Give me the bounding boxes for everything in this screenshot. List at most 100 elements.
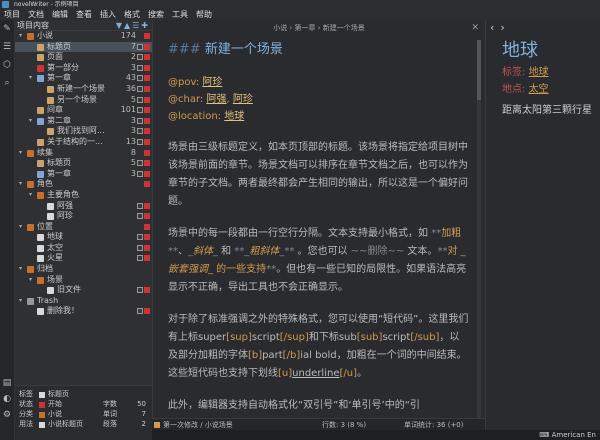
expand-arrow-icon[interactable]: ▾ [19,222,22,233]
meta-tag-link[interactable]: 阿强 [206,94,226,105]
menu-item[interactable]: 编辑 [48,9,72,20]
active-checkbox[interactable] [137,308,143,315]
tree-row[interactable]: 关于结构的一... 13 [15,137,152,148]
meta-tag-link[interactable]: 阿珍 [202,77,222,88]
menu-item[interactable]: 查看 [72,9,96,20]
tree-row[interactable]: 阿珍 [15,211,152,222]
menu-item[interactable]: 格式 [120,9,144,20]
status-square-icon [144,234,150,241]
tree-row[interactable]: 间章 101 [15,105,152,116]
back-arrow-icon[interactable]: ‹ [490,21,500,34]
tree-row[interactable]: 地球 [15,232,152,243]
active-checkbox[interactable] [137,255,143,262]
novel-view-icon[interactable]: ☰ [2,42,12,52]
expand-arrow-icon[interactable]: ▾ [29,190,32,201]
tree-row[interactable]: 标题页 5 [15,158,152,169]
tree-row[interactable]: ▾ Trash [15,296,152,307]
active-checkbox[interactable] [137,160,143,167]
menu-item[interactable]: 工具 [168,9,192,20]
menu-item[interactable]: 搜索 [144,9,168,20]
stats-icon[interactable]: ▤ [2,378,12,388]
meta-keywords: @pov: 阿珍 @char: 阿强, 阿珍 @location: 地球 [168,74,469,125]
tree-row[interactable]: ▾ 位置 [15,222,152,233]
active-checkbox[interactable] [137,117,143,124]
project-tree-tools[interactable]: ▼▲☰✚ [116,20,150,31]
scrollbar-thumb[interactable] [477,40,481,100]
tree-row[interactable]: 标题页 7 [15,41,152,53]
tree-row[interactable]: ▾ 归档 [15,264,152,275]
tree-row[interactable]: 页面 2 [15,52,152,63]
expand-arrow-icon[interactable]: ▾ [29,275,32,286]
tree-row[interactable]: 另一个场景 5 [15,95,152,106]
tree-item-label: 位置 [37,221,53,231]
active-checkbox[interactable] [137,96,143,103]
tree-row[interactable]: 第一部分 3 [15,63,152,74]
tree-item-label: 小说 [37,31,53,40]
theme-icon[interactable]: ◐ [2,394,12,404]
left-icon-bar: ✎ ☰ ⬡ ⌕ ▤ ◐ ⚙ [0,20,15,440]
menu-item[interactable]: 项目 [0,9,24,20]
tree-row[interactable]: ▾ 场景 [15,275,152,286]
forward-arrow-icon[interactable]: › [500,21,510,34]
tree-item-label: 另一个场景 [57,94,97,104]
active-checkbox[interactable] [137,234,143,241]
viewer-tag-link[interactable]: 地球 [529,67,549,78]
tree-row[interactable]: 我们找到阿... 3 [15,126,152,137]
active-checkbox[interactable] [137,85,143,92]
close-editor-icon[interactable]: ✕ [471,20,479,36]
tree-row[interactable]: ▾ 小说 174 [15,31,152,42]
menu-item[interactable]: 插入 [96,9,120,20]
active-checkbox[interactable] [137,64,143,71]
active-checkbox[interactable] [137,287,143,294]
tree-row[interactable]: 火星 [15,253,152,264]
active-checkbox[interactable] [137,202,143,209]
active-checkbox[interactable] [137,170,143,177]
expand-arrow-icon[interactable]: ▾ [19,31,22,42]
expand-arrow-icon[interactable]: ▾ [19,179,22,190]
menu-item[interactable]: 文档 [24,9,48,20]
item-type-icon [37,54,44,62]
expand-arrow-icon[interactable]: ▾ [19,264,22,275]
tree-row[interactable]: ▾ 主要角色 [15,190,152,201]
viewer-location-link[interactable]: 太空 [529,84,549,95]
tree-row[interactable]: 旧文件 [15,285,152,296]
status-square-icon [144,128,150,135]
tree-row[interactable]: 第一章 3 [15,169,152,180]
expand-arrow-icon[interactable]: ▾ [19,148,22,159]
active-checkbox[interactable] [137,244,143,251]
tree-row[interactable]: ▾ 第二章 3 [15,116,152,127]
item-type-icon [37,234,44,242]
tree-row[interactable]: 阿强 [15,201,152,212]
active-checkbox[interactable] [137,107,143,114]
active-checkbox[interactable] [137,54,143,61]
status-square-icon [144,96,150,103]
settings-icon[interactable]: ⚙ [2,410,12,420]
search-icon[interactable]: ⌕ [2,78,12,88]
expand-arrow-icon[interactable]: ▾ [29,73,32,84]
meta-tag-link[interactable]: 阿珍 [233,94,253,105]
editor-text[interactable]: ### 新建一个场景 @pov: 阿珍 @char: 阿强, 阿珍 @locatio… [153,36,485,415]
item-type-icon [37,170,44,178]
tree-row[interactable]: 太空 [15,243,152,254]
editor-scrollbar[interactable] [477,40,481,420]
tree-item-label: 续集 [37,147,53,157]
tree-row[interactable]: ▾ 续集 8 [15,148,152,159]
expand-arrow-icon[interactable]: ▾ [19,296,22,307]
project-icon[interactable]: ✎ [2,24,12,34]
active-checkbox[interactable] [137,213,143,220]
expand-arrow-icon[interactable]: ▾ [29,116,32,127]
tree-row[interactable]: ▾ 第一章 43 [15,73,152,84]
tree-row[interactable]: ▾ 角色 [15,179,152,190]
item-type-icon [47,213,54,221]
active-checkbox[interactable] [137,128,143,135]
active-checkbox[interactable] [137,138,143,145]
outline-icon[interactable]: ⬡ [2,60,12,70]
active-checkbox[interactable] [137,43,143,50]
detail-value: 小说 [48,410,62,418]
locale-indicator[interactable]: ⌨ American En [485,430,600,440]
menu-item[interactable]: 帮助 [192,9,216,20]
meta-tag-link[interactable]: 地球 [224,111,244,122]
tree-row[interactable]: 新建一个场景 36 [15,84,152,95]
active-checkbox[interactable] [137,75,143,82]
tree-row[interactable]: 删除我！ [15,306,152,317]
